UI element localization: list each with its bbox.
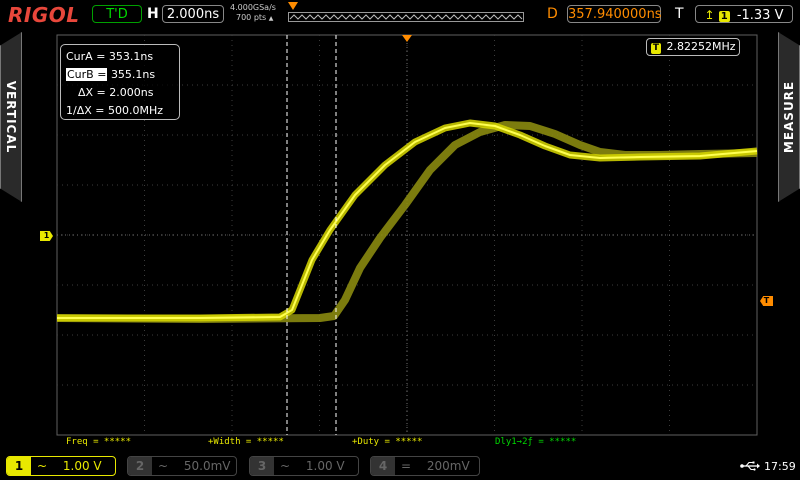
trigger-marker-label: T xyxy=(763,296,770,305)
delay-label: D xyxy=(547,6,558,22)
rigol-logo: RIGOL xyxy=(8,3,80,27)
counter-value: 2.82252MHz xyxy=(666,40,736,53)
timebase-label: H xyxy=(147,6,159,22)
memory-overview-bar[interactable] xyxy=(288,12,524,22)
inv-delta-x-label: 1/ΔX = xyxy=(66,104,105,117)
cursor-a-label: CurA = xyxy=(66,50,106,63)
channel-2-status[interactable]: 2 ~ 50.0mV xyxy=(127,456,237,476)
memory-depth: 700 pts xyxy=(236,13,267,22)
trigger-edge-icon: ↥ xyxy=(704,8,715,22)
delay-value: 357.940000ns xyxy=(568,7,662,22)
run-status-badge[interactable]: T'D xyxy=(92,5,142,23)
channel-1-coupling: ~ xyxy=(37,459,48,473)
run-status-text: T'D xyxy=(106,7,128,22)
channel-1-status[interactable]: 1 ~ 1.00 V xyxy=(6,456,116,476)
usb-icon xyxy=(740,461,760,471)
measure-menu-tab[interactable]: MEASURE xyxy=(778,32,800,202)
top-status-bar: RIGOL T'D H 2.000ns 4.000GSa/s 700 pts ▲… xyxy=(0,0,800,30)
channel-2-settings: ~ 50.0mV xyxy=(158,457,231,475)
horizontal-delay[interactable]: 357.940000ns xyxy=(567,5,662,23)
channel-3-coupling: ~ xyxy=(280,459,291,473)
channel-4-status[interactable]: 4 = 200mV xyxy=(370,456,480,476)
trigger-level: -1.33 V xyxy=(736,8,784,23)
measurement-freq[interactable]: Freq = ***** xyxy=(66,437,131,447)
channel-3-scale: 1.00 V xyxy=(305,459,345,473)
ch1-marker-label: 1 xyxy=(43,231,50,240)
measurement-width[interactable]: +Width = ***** xyxy=(208,437,284,447)
trigger-source-badge: 1 xyxy=(718,11,730,22)
channel-4-settings: = 200mV xyxy=(401,457,470,475)
channel-3-number: 3 xyxy=(250,457,274,475)
channel-2-coupling: ~ xyxy=(158,459,169,473)
timebase-value: 2.000ns xyxy=(166,7,220,22)
channel-4-scale: 200mV xyxy=(426,459,470,473)
cursor-a-value: 353.1ns xyxy=(108,50,154,63)
measurement-delay[interactable]: Dly1→2ƒ = ***** xyxy=(495,437,576,447)
trigger-position-icon xyxy=(288,2,298,10)
acquisition-info: 4.000GSa/s 700 pts ▲ xyxy=(230,3,276,22)
cursor-readout-panel: CurA = 353.1ns CurB = 355.1ns ΔX = 2.000… xyxy=(60,44,180,120)
channel-1-scale: 1.00 V xyxy=(62,459,102,473)
channel-1-settings: ~ 1.00 V xyxy=(37,457,102,475)
timebase-scale[interactable]: 2.000ns xyxy=(162,5,224,23)
delta-x-value: 2.000ns xyxy=(109,86,154,99)
channel-4-number: 4 xyxy=(371,457,395,475)
vertical-tab-label: VERTICAL xyxy=(4,80,18,154)
vertical-menu-tab[interactable]: VERTICAL xyxy=(0,32,22,202)
system-clock: 17:59 xyxy=(764,460,796,473)
channel-2-scale: 50.0mV xyxy=(183,459,231,473)
sample-rate: 4.000GSa/s xyxy=(230,3,276,12)
counter-source-badge: T xyxy=(651,43,661,54)
frequency-counter: T 2.82252MHz xyxy=(646,38,740,56)
cursor-b-label[interactable]: CurB = xyxy=(66,68,108,81)
channel-2-number: 2 xyxy=(128,457,152,475)
trigger-settings[interactable]: ↥ 1 -1.33 V xyxy=(695,5,793,23)
channel-status-bar: 1 ~ 1.00 V 2 ~ 50.0mV 3 ~ 1.00 V 4 = 200… xyxy=(0,452,800,480)
cursor-b-value: 355.1ns xyxy=(110,68,156,81)
measure-tab-label: MEASURE xyxy=(782,80,796,154)
channel-3-status[interactable]: 3 ~ 1.00 V xyxy=(249,456,359,476)
trigger-time-marker xyxy=(402,35,412,42)
trigger-label: T xyxy=(675,6,684,22)
inv-delta-x-value: 500.0MHz xyxy=(107,104,164,117)
measurement-duty[interactable]: +Duty = ***** xyxy=(352,437,422,447)
channel-1-number: 1 xyxy=(7,457,31,475)
channel-3-settings: ~ 1.00 V xyxy=(280,457,345,475)
channel-4-coupling: = xyxy=(401,459,412,473)
delta-x-label: ΔX = xyxy=(78,86,106,99)
